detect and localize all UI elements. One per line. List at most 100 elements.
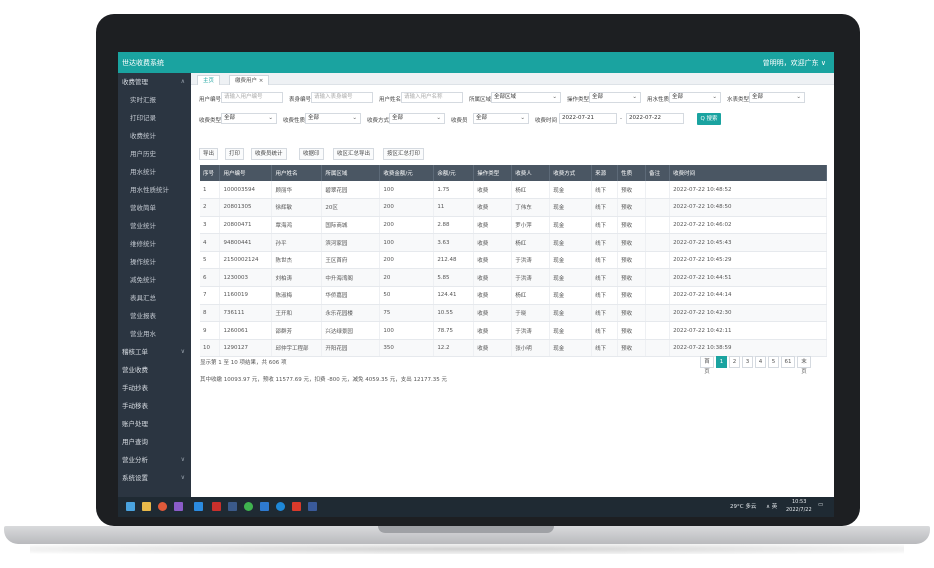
table-row[interactable]: 4 94800441 孙平 滨河家园 100 3.63 收费 杨红 现金 线下 预收 2022-07-… xyxy=(200,233,827,252)
column-header[interactable]: 备注 xyxy=(645,165,671,181)
table-row[interactable]: 6 1230003 刘柏涛 中升海湾阁 20 5.85 收费 于洪涛 现金 线下 预收 2022-07… xyxy=(200,268,827,288)
table-cell: 收费 xyxy=(473,181,513,200)
cashier-stats-button[interactable]: 收费员统计 xyxy=(251,148,287,160)
sidebar-subitem[interactable]: 操作统计 xyxy=(118,253,191,271)
table-cell: 9 xyxy=(200,321,221,340)
column-header[interactable]: 用户编号 xyxy=(219,165,273,181)
clock-date[interactable]: 2022/7/22 xyxy=(786,507,812,513)
wechat-icon[interactable] xyxy=(244,502,253,511)
ime-indicator[interactable]: ∧ 英 xyxy=(766,502,777,510)
page-button[interactable]: 末页 xyxy=(797,356,811,375)
sidebar-subitem[interactable]: 营业统计 xyxy=(118,217,191,235)
table-row[interactable]: 2 20801305 徐辉敏 20区 200 11 收费 丁伟东 现金 线下 预收 2022-07-2… xyxy=(200,198,827,217)
start-icon[interactable] xyxy=(126,502,135,511)
ps-icon[interactable] xyxy=(308,502,317,511)
date-to-input[interactable]: 2022-07-22 xyxy=(626,113,684,124)
sidebar-group[interactable]: 用户查询 xyxy=(118,433,191,451)
sidebar-subitem[interactable]: 用户历史 xyxy=(118,145,191,163)
charge-type-select[interactable]: 全部 ⌄ xyxy=(221,113,277,124)
edge-icon[interactable] xyxy=(276,502,285,511)
page-button[interactable]: 2 xyxy=(729,356,740,368)
user-id-input[interactable]: 请输入用户编号 xyxy=(221,92,283,103)
weather-text[interactable]: 29°C 多云 xyxy=(730,502,756,510)
column-header[interactable]: 序号 xyxy=(200,165,221,181)
page-button[interactable]: 5 xyxy=(768,356,779,368)
sidebar-subitem[interactable]: 营收简单 xyxy=(118,199,191,217)
table-row[interactable]: 3 20800471 覃海鸿 国际商城 200 2.88 收费 罗小萍 现金 线下 预收 2022-0… xyxy=(200,216,827,235)
user-name-input[interactable]: 请输入用户名称 xyxy=(401,92,463,103)
page-button[interactable]: 1 xyxy=(716,356,727,368)
table-row[interactable]: 1 100003594 顾丽华 碧翠花园 100 1.75 收费 杨红 现金 线下 预收 2022-0… xyxy=(200,181,827,200)
page-button[interactable]: 首页 xyxy=(700,356,714,375)
app-icon-qq[interactable] xyxy=(260,502,269,511)
wps-icon[interactable] xyxy=(292,502,301,511)
notification-icon[interactable]: ▭ xyxy=(818,502,823,508)
sidebar-subitem[interactable]: 用水性质统计 xyxy=(118,181,191,199)
column-header[interactable]: 所属区域 xyxy=(321,165,381,181)
vscode-icon[interactable] xyxy=(194,502,203,511)
page-button[interactable]: 61 xyxy=(781,356,795,368)
date-from-input[interactable]: 2022-07-21 xyxy=(559,113,617,124)
column-header[interactable]: 收费方式 xyxy=(549,165,593,181)
column-header[interactable]: 收费时间 xyxy=(669,165,827,181)
table-cell xyxy=(645,251,671,270)
sidebar-subitem[interactable]: 表具汇总 xyxy=(118,289,191,307)
export-button[interactable]: 导出 xyxy=(199,148,219,160)
explorer-icon[interactable] xyxy=(142,502,151,511)
area-summary-export-button[interactable]: 收区汇总导出 xyxy=(333,148,375,160)
sidebar-subitem[interactable]: 维修统计 xyxy=(118,235,191,253)
sidebar-group[interactable]: 手动移表 xyxy=(118,397,191,415)
page-button[interactable]: 3 xyxy=(742,356,753,368)
column-header[interactable]: 用户姓名 xyxy=(271,165,323,181)
water-nature-select[interactable]: 全部 ⌄ xyxy=(669,92,721,103)
sidebar-group[interactable]: 营业分析 ∨ xyxy=(118,451,191,469)
meter-id-input[interactable]: 请输入表身编号 xyxy=(311,92,373,103)
cashier-select[interactable]: 全部 ⌄ xyxy=(473,113,529,124)
sidebar-item-label: 收费管理 xyxy=(122,78,148,86)
sidebar-subitem[interactable]: 营业用水 xyxy=(118,325,191,343)
sidebar-group[interactable]: 稽核工单 ∨ xyxy=(118,343,191,361)
area-select[interactable]: 全部区域 ⌄ xyxy=(491,92,561,103)
clock-time[interactable]: 10:53 xyxy=(792,499,806,505)
sidebar-subitem[interactable]: 实时汇报 xyxy=(118,91,191,109)
sidebar-subitem[interactable]: 营业报表 xyxy=(118,307,191,325)
area-summary-print-button[interactable]: 按区汇总打印 xyxy=(383,148,425,160)
app-icon-blue[interactable] xyxy=(228,502,237,511)
operation-type-select[interactable]: 全部 ⌄ xyxy=(589,92,641,103)
sidebar-group[interactable]: 手动抄表 xyxy=(118,379,191,397)
column-header[interactable]: 余额/元 xyxy=(433,165,475,181)
sidebar-subitem[interactable]: 收费统计 xyxy=(118,127,191,145)
table-row[interactable]: 9 1260061 邵群芳 兴达绿景园 100 78.75 收费 于洪涛 现金 线下 预收 2022-… xyxy=(200,321,827,340)
visual-studio-icon[interactable] xyxy=(174,502,183,511)
sidebar-group[interactable]: 账户处理 xyxy=(118,415,191,433)
sidebar-subitem[interactable]: 减免统计 xyxy=(118,271,191,289)
sidebar-group[interactable]: 收费管理 ∧ xyxy=(118,73,191,91)
app-icon-red[interactable] xyxy=(212,502,221,511)
sidebar-group[interactable]: 系统设置 ∨ xyxy=(118,469,191,487)
charge-nature-select[interactable]: 全部 ⌄ xyxy=(305,113,361,124)
column-header[interactable]: 收费人 xyxy=(511,165,551,181)
column-header[interactable]: 操作类型 xyxy=(473,165,513,181)
chrome-icon[interactable] xyxy=(158,502,167,511)
meter-type-select[interactable]: 全部 ⌄ xyxy=(749,92,805,103)
table-row[interactable]: 5 2150002124 陈世杰 王区首府 200 212.48 收费 于洪涛 现金 线下 预收 20… xyxy=(200,251,827,270)
print-button[interactable]: 打印 xyxy=(225,148,245,160)
sidebar-group[interactable]: 营业收费 xyxy=(118,361,191,379)
table-row[interactable]: 10 1290127 邱仲宇工程部 开阳花园 350 12.2 收费 张小明 现金 线下 预收 202… xyxy=(200,339,827,358)
table-row[interactable]: 7 1160019 陈淑梅 华侨嘉园 50 124.41 收费 杨红 现金 线下 预收 2022-07… xyxy=(200,286,827,305)
payment-method-select[interactable]: 全部 ⌄ xyxy=(389,113,445,124)
table-cell: 200 xyxy=(379,198,435,217)
table-row[interactable]: 8 736111 王开和 永乐花园楼 75 10.55 收费 于晓 现金 线下 预收 2022-07-… xyxy=(200,304,827,323)
user-menu[interactable]: 曾明明，欢迎广东 ∨ xyxy=(763,58,826,68)
search-button[interactable]: Q 搜索 xyxy=(697,113,721,125)
sidebar-item-label: 维修统计 xyxy=(130,240,156,248)
column-header[interactable]: 性质 xyxy=(617,165,647,181)
column-header[interactable]: 来源 xyxy=(591,165,619,181)
sidebar-subitem[interactable]: 用水统计 xyxy=(118,163,191,181)
page-button[interactable]: 4 xyxy=(755,356,766,368)
receipt-print-button[interactable]: 收据印 xyxy=(299,148,324,160)
sidebar-subitem[interactable]: 打印记录 xyxy=(118,109,191,127)
column-header[interactable]: 收费金额/元 xyxy=(379,165,435,181)
tab-home[interactable]: 主页 xyxy=(197,75,221,85)
tab-payment-users[interactable]: 缴费用户 × xyxy=(229,75,270,85)
